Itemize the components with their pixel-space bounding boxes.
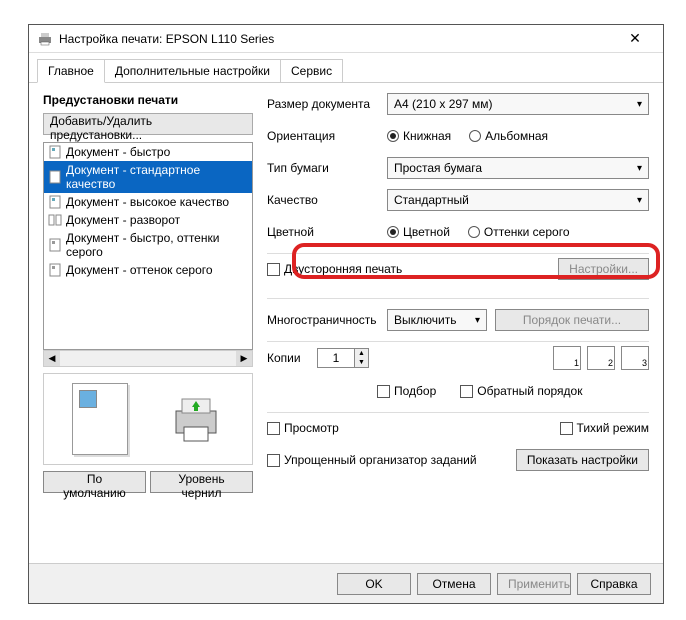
left-panel: Предустановки печати Добавить/Удалить пр… <box>43 93 253 493</box>
copies-spinner[interactable]: ▲▼ <box>317 348 369 368</box>
duplex-checkbox[interactable]: Двусторонняя печать <box>267 262 402 276</box>
doc-gray-icon <box>48 263 62 277</box>
preset-item[interactable]: Документ - оттенок серого <box>44 261 252 279</box>
ok-button[interactable]: OK <box>337 573 411 595</box>
preset-item[interactable]: Документ - высокое качество <box>44 193 252 211</box>
titlebar: Настройка печати: EPSON L110 Series ✕ <box>29 25 663 53</box>
preset-list[interactable]: Документ - быстро Документ - стандартное… <box>43 142 253 350</box>
add-remove-presets-button[interactable]: Добавить/Удалить предустановки... <box>43 113 253 135</box>
printer-icon <box>37 31 53 47</box>
cancel-button[interactable]: Отмена <box>417 573 491 595</box>
main-content: Предустановки печати Добавить/Удалить пр… <box>29 83 663 503</box>
collate-checkbox[interactable]: Подбор <box>377 384 436 398</box>
right-panel: Размер документа A4 (210 x 297 мм) Ориен… <box>267 93 649 493</box>
tab-service[interactable]: Сервис <box>280 59 343 82</box>
help-button[interactable]: Справка <box>577 573 651 595</box>
presets-title: Предустановки печати <box>43 93 253 107</box>
simple-organizer-checkbox[interactable]: Упрощенный организатор заданий <box>267 453 477 467</box>
doc-icon <box>48 170 62 184</box>
color-yes-radio[interactable]: Цветной <box>387 225 450 239</box>
show-settings-button[interactable]: Показать настройки <box>516 449 649 471</box>
doc-icon <box>48 195 62 209</box>
printer-preview-icon <box>168 391 224 447</box>
apply-button[interactable]: Применить <box>497 573 571 595</box>
preset-label: Документ - быстро <box>66 145 170 159</box>
page-order-button[interactable]: Порядок печати... <box>495 309 649 331</box>
preview-area <box>43 373 253 465</box>
close-button[interactable]: ✕ <box>615 25 655 53</box>
preset-label: Документ - оттенок серого <box>66 263 213 277</box>
orientation-label: Ориентация <box>267 129 387 143</box>
scroll-right-icon[interactable]: ▶ <box>236 351 252 366</box>
paper-type-label: Тип бумаги <box>267 161 387 175</box>
quiet-mode-checkbox[interactable]: Тихий режим <box>560 421 649 435</box>
quality-label: Качество <box>267 193 387 207</box>
doc-icon <box>48 145 62 159</box>
ink-levels-button[interactable]: Уровень чернил <box>150 471 253 493</box>
preset-item[interactable]: Документ - быстро, оттенки серого <box>44 229 252 261</box>
tab-main[interactable]: Главное <box>37 59 105 83</box>
reverse-order-checkbox[interactable]: Обратный порядок <box>460 384 582 398</box>
document-preview-icon <box>72 383 128 455</box>
doc-size-label: Размер документа <box>267 97 387 111</box>
doc-gray-icon <box>48 238 62 252</box>
copies-input[interactable] <box>318 349 354 367</box>
preset-item[interactable]: Документ - разворот <box>44 211 252 229</box>
dialog-button-bar: OK Отмена Применить Справка <box>29 563 663 603</box>
preset-label: Документ - разворот <box>66 213 180 227</box>
spin-up-icon[interactable]: ▲ <box>354 349 368 358</box>
tab-bar: Главное Дополнительные настройки Сервис <box>29 53 663 83</box>
quality-select[interactable]: Стандартный <box>387 189 649 211</box>
preset-item[interactable]: Документ - быстро <box>44 143 252 161</box>
multipage-select[interactable]: Выключить <box>387 309 487 331</box>
window-title: Настройка печати: EPSON L110 Series <box>59 32 615 46</box>
copies-label: Копии <box>267 351 317 365</box>
collate-preview-icon: 123 <box>553 346 649 370</box>
preset-label: Документ - высокое качество <box>66 195 229 209</box>
spin-down-icon[interactable]: ▼ <box>354 358 368 367</box>
tab-advanced[interactable]: Дополнительные настройки <box>104 59 281 82</box>
horizontal-scrollbar[interactable]: ◀ ▶ <box>43 350 253 367</box>
orientation-portrait-radio[interactable]: Книжная <box>387 129 451 143</box>
color-gray-radio[interactable]: Оттенки серого <box>468 225 570 239</box>
orientation-landscape-radio[interactable]: Альбомная <box>469 129 548 143</box>
doc-size-select[interactable]: A4 (210 x 297 мм) <box>387 93 649 115</box>
default-button[interactable]: По умолчанию <box>43 471 146 493</box>
preview-checkbox[interactable]: Просмотр <box>267 421 339 435</box>
preset-label: Документ - быстро, оттенки серого <box>66 231 248 259</box>
spread-icon <box>48 213 62 227</box>
scroll-left-icon[interactable]: ◀ <box>44 351 60 366</box>
preset-label: Документ - стандартное качество <box>66 163 248 191</box>
duplex-settings-button[interactable]: Настройки... <box>558 258 649 280</box>
paper-type-select[interactable]: Простая бумага <box>387 157 649 179</box>
color-label: Цветной <box>267 225 387 239</box>
multipage-label: Многостраничность <box>267 313 387 327</box>
print-settings-window: Настройка печати: EPSON L110 Series ✕ Гл… <box>28 24 664 604</box>
preset-item[interactable]: Документ - стандартное качество <box>44 161 252 193</box>
